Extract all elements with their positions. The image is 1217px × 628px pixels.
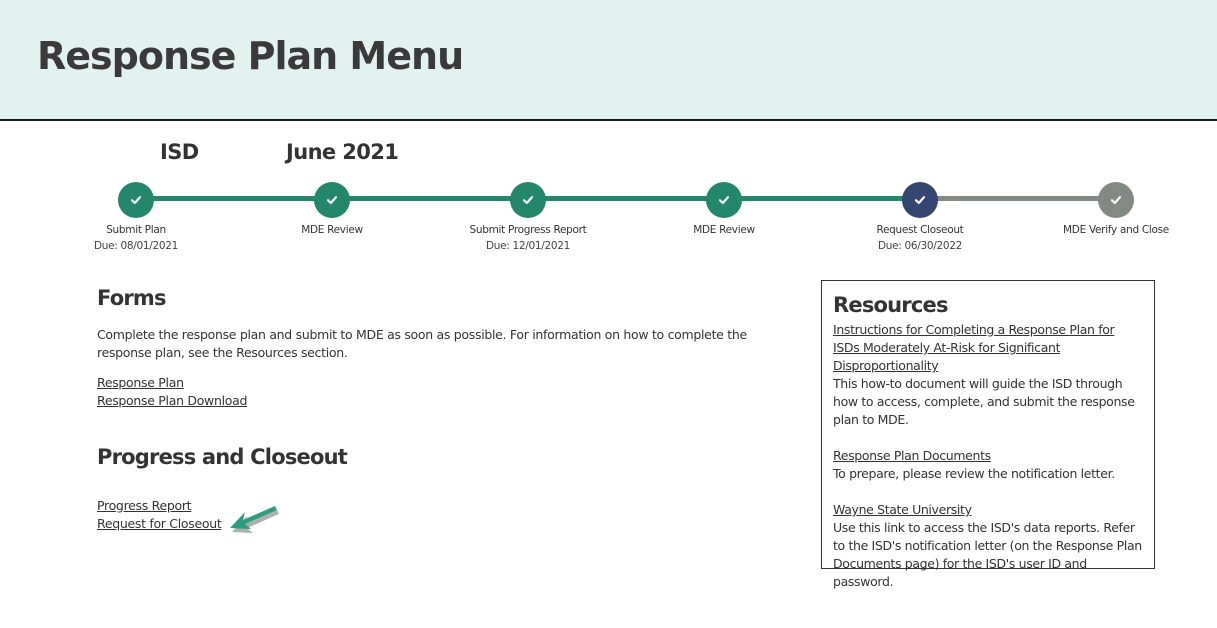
resource-description: Use this link to access the ISD's data r… [833, 520, 1142, 589]
step-label: Request Closeout [876, 224, 964, 236]
resource-description: This how-to document will guide the ISD … [833, 376, 1135, 427]
arrow-pointer-icon [230, 506, 279, 533]
organization-label: ISD [160, 140, 199, 164]
step-status-dot [118, 182, 154, 218]
step-due-date: Due: 06/30/2022 [877, 240, 963, 252]
progress-closeout-heading: Progress and Closeout [97, 445, 348, 469]
forms-description: Complete the response plan and submit to… [97, 327, 747, 360]
resource-item: Response Plan Documents To prepare, plea… [833, 447, 1143, 483]
step-label: MDE Review [693, 224, 755, 236]
resource-item: Instructions for Completing a Response P… [833, 321, 1143, 429]
timeline-step: Submit Plan Due: 08/01/2021 [56, 182, 216, 252]
wayne-state-university-link[interactable]: Wayne State University [833, 502, 972, 517]
step-status-dot [1098, 182, 1134, 218]
instructions-document-link[interactable]: Instructions for Completing a Response P… [833, 322, 1115, 373]
step-label: Submit Plan [106, 224, 166, 236]
step-status-dot [314, 182, 350, 218]
timeline-step: MDE Verify and Close [1036, 182, 1196, 236]
check-icon [1110, 196, 1122, 205]
resources-panel: Resources Instructions for Completing a … [821, 280, 1155, 589]
step-status-dot [706, 182, 742, 218]
page-header: Response Plan Menu [0, 0, 1217, 121]
page-title: Response Plan Menu [37, 34, 464, 78]
progress-report-link[interactable]: Progress Report [97, 497, 221, 515]
check-icon [522, 196, 534, 205]
timeline-step: Request Closeout Due: 06/30/2022 [840, 182, 1000, 252]
check-icon [718, 196, 730, 205]
forms-heading: Forms [97, 286, 166, 310]
check-icon [130, 196, 142, 205]
request-for-closeout-link[interactable]: Request for Closeout [97, 515, 222, 533]
step-label: MDE Review [301, 224, 363, 236]
response-plan-documents-link[interactable]: Response Plan Documents [833, 448, 991, 463]
check-icon [326, 196, 338, 205]
progress-links: Progress Report Request for Closeout [97, 497, 222, 533]
timeline-step: MDE Review [252, 182, 412, 236]
check-icon [914, 196, 926, 205]
step-status-dot [510, 182, 546, 218]
step-label: Submit Progress Report [469, 224, 587, 236]
timeline-step: Submit Progress Report Due: 12/01/2021 [448, 182, 608, 252]
resource-description: To prepare, please review the notificati… [833, 466, 1115, 481]
step-label: MDE Verify and Close [1063, 224, 1169, 236]
step-due-date: Due: 12/01/2021 [485, 240, 571, 252]
timeline-step: MDE Review [644, 182, 804, 236]
resources-heading: Resources [833, 293, 948, 317]
step-status-dot [902, 182, 938, 218]
period-label: June 2021 [286, 140, 399, 164]
response-plan-download-link[interactable]: Response Plan Download [97, 392, 247, 410]
forms-links: Response Plan Response Plan Download [97, 374, 247, 410]
response-plan-link[interactable]: Response Plan [97, 374, 247, 392]
resource-item: Wayne State University Use this link to … [833, 501, 1143, 591]
step-due-date: Due: 08/01/2021 [93, 240, 179, 252]
